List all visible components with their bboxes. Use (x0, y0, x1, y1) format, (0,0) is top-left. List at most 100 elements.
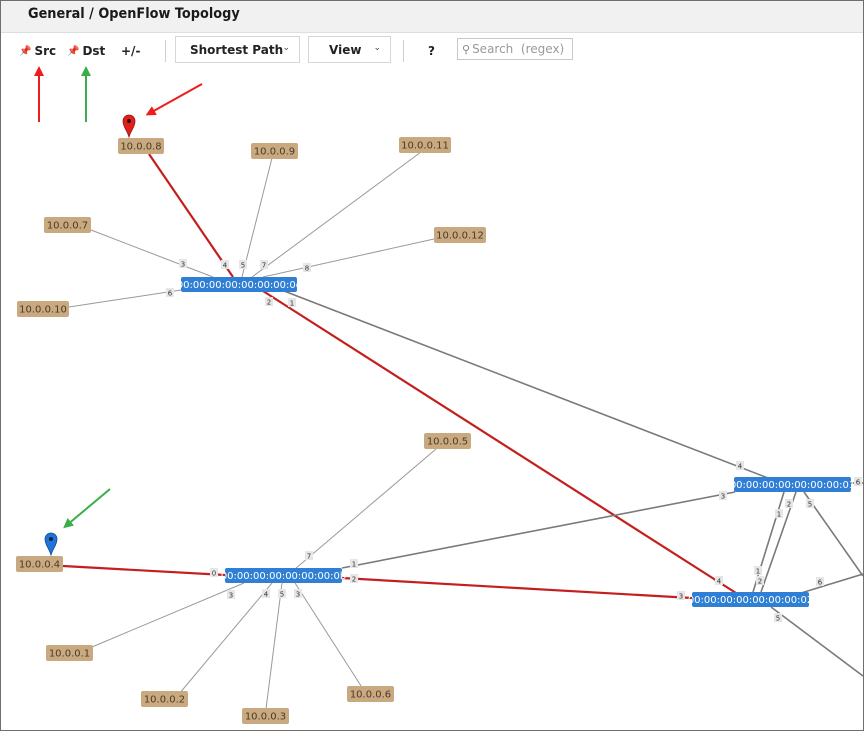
link-h5-sw0b[interactable] (294, 448, 437, 570)
svg-text:3: 3 (679, 593, 683, 601)
port-label: 2 (785, 499, 793, 509)
port-label: 3 (677, 591, 685, 601)
link-sw0b-sw02[interactable] (341, 576, 693, 600)
green-arrow-to-dst (63, 488, 111, 529)
svg-text:10.0.0.9: 10.0.0.9 (254, 147, 295, 158)
svg-text:1: 1 (756, 568, 760, 576)
host-node[interactable]: 10.0.0.12 (434, 227, 486, 243)
svg-text:3: 3 (721, 493, 725, 501)
topology-window: General / OpenFlow Topology 📌 Src 📌 Dst … (0, 0, 864, 731)
host-node[interactable]: 10.0.0.1 (46, 645, 93, 661)
svg-text:2: 2 (352, 576, 356, 584)
svg-text:10.0.0.4: 10.0.0.4 (19, 560, 60, 571)
svg-text:4: 4 (223, 262, 228, 270)
port-label: 5 (239, 260, 247, 270)
link-h7-sw0c[interactable] (90, 229, 214, 278)
switch-node[interactable]: 00:00:00:00:00:00:00:0c (177, 277, 302, 292)
port-label: 3 (179, 259, 187, 269)
svg-text:10.0.0.12: 10.0.0.12 (436, 231, 484, 242)
svg-text:10.0.0.6: 10.0.0.6 (350, 690, 391, 701)
svg-text:3: 3 (296, 591, 300, 599)
svg-text:10.0.0.3: 10.0.0.3 (245, 712, 286, 723)
port-label: 2 (756, 576, 764, 586)
host-node[interactable]: 10.0.0.10 (17, 301, 69, 317)
svg-text:4: 4 (717, 578, 722, 586)
svg-text:1: 1 (352, 561, 356, 569)
svg-text:4: 4 (264, 591, 269, 599)
link-h4-sw0b[interactable] (62, 564, 226, 577)
link-h12-sw0c[interactable] (262, 238, 435, 278)
svg-text:8: 8 (305, 265, 309, 273)
svg-text:6: 6 (168, 290, 173, 298)
port-label: 3 (294, 589, 302, 599)
port-label: 7 (260, 260, 268, 270)
svg-text:10.0.0.2: 10.0.0.2 (144, 695, 185, 706)
switch-node[interactable]: 00:00:00:00:00:00:00:02 (688, 592, 813, 607)
host-node[interactable]: 10.0.0.11 (399, 137, 451, 153)
svg-text:0: 0 (212, 570, 216, 578)
svg-text:6: 6 (856, 479, 861, 487)
port-label: 3 (227, 590, 235, 600)
port-label: 4 (715, 576, 723, 586)
svg-text:10.0.0.1: 10.0.0.1 (49, 649, 90, 660)
link-h6-sw0b[interactable] (294, 582, 364, 690)
svg-text:1: 1 (777, 511, 781, 519)
link-h3-sw0b[interactable] (265, 582, 283, 710)
port-label: 1 (350, 559, 358, 569)
port-label: 8 (303, 263, 311, 273)
dst-pin-icon (44, 532, 58, 557)
host-node[interactable]: 10.0.0.5 (424, 433, 471, 449)
port-label: 2 (265, 297, 273, 307)
svg-text:6: 6 (818, 579, 823, 587)
link-h11-sw0c[interactable] (251, 151, 422, 278)
svg-text:10.0.0.11: 10.0.0.11 (401, 141, 449, 152)
svg-text:7: 7 (262, 262, 266, 270)
svg-text:5: 5 (241, 262, 245, 270)
link-h9-sw0c[interactable] (241, 157, 273, 278)
link-h1-sw0b[interactable] (91, 582, 245, 648)
switch-node[interactable]: 00:00:00:00:00:00:00:01 (730, 477, 855, 492)
svg-text:3: 3 (181, 261, 185, 269)
svg-text:00:00:00:00:00:00:00:02: 00:00:00:00:00:00:00:02 (688, 595, 813, 606)
port-label: 0 (210, 568, 218, 578)
host-node[interactable]: 10.0.0.4 (16, 556, 63, 572)
port-label: 6 (166, 288, 174, 298)
host-node[interactable]: 10.0.0.8 (118, 138, 164, 154)
port-label: 1 (288, 298, 296, 308)
link-sw02-offscreen-c[interactable] (800, 573, 863, 594)
port-label: 4 (221, 260, 229, 270)
link-h2-sw0b[interactable] (178, 582, 273, 695)
link-sw0c-sw01[interactable] (283, 290, 769, 479)
link-h10-sw0c[interactable] (68, 289, 182, 308)
topology-canvas[interactable]: 4 5 7 3 8 6 2 4 1 4 7 0 3 4 5 3 1 3 2 3 … (1, 1, 863, 730)
svg-text:5: 5 (808, 501, 812, 509)
host-node[interactable]: 10.0.0.9 (251, 143, 298, 159)
port-label: 6 (816, 577, 824, 587)
svg-text:1: 1 (290, 300, 294, 308)
svg-text:7: 7 (307, 553, 311, 561)
host-node[interactable]: 10.0.0.6 (347, 686, 394, 702)
port-label: 4 (736, 461, 744, 471)
svg-text:00:00:00:00:00:00:00:01: 00:00:00:00:00:00:00:01 (730, 480, 855, 491)
host-node[interactable]: 10.0.0.3 (242, 708, 289, 724)
svg-text:5: 5 (280, 591, 284, 599)
src-pin-icon (122, 114, 136, 139)
svg-text:2: 2 (758, 578, 762, 586)
link-sw0b-sw01[interactable] (341, 491, 736, 569)
link-sw02-offscreen-d[interactable] (770, 606, 863, 677)
port-label: 2 (350, 574, 358, 584)
red-arrow-to-src (145, 83, 203, 116)
host-node[interactable]: 10.0.0.2 (141, 691, 188, 707)
host-node[interactable]: 10.0.0.7 (44, 217, 91, 233)
port-label: 4 (262, 589, 270, 599)
svg-text:00:00:00:00:00:00:00:0b: 00:00:00:00:00:00:00:0b (221, 571, 346, 582)
svg-text:00:00:00:00:00:00:00:0c: 00:00:00:00:00:00:00:0c (177, 280, 302, 291)
hosts-layer: 10.0.0.8 10.0.0.9 10.0.0.11 10.0.0.7 10.… (16, 137, 486, 724)
port-label: 5 (774, 613, 782, 623)
link-sw0c-sw02[interactable] (262, 290, 737, 594)
switch-node[interactable]: 00:00:00:00:00:00:00:0b (221, 568, 346, 583)
port-label: 1 (775, 509, 783, 519)
port-label: 5 (806, 499, 814, 509)
link-h8-sw0c[interactable] (148, 153, 234, 278)
svg-text:10.0.0.8: 10.0.0.8 (120, 142, 161, 153)
